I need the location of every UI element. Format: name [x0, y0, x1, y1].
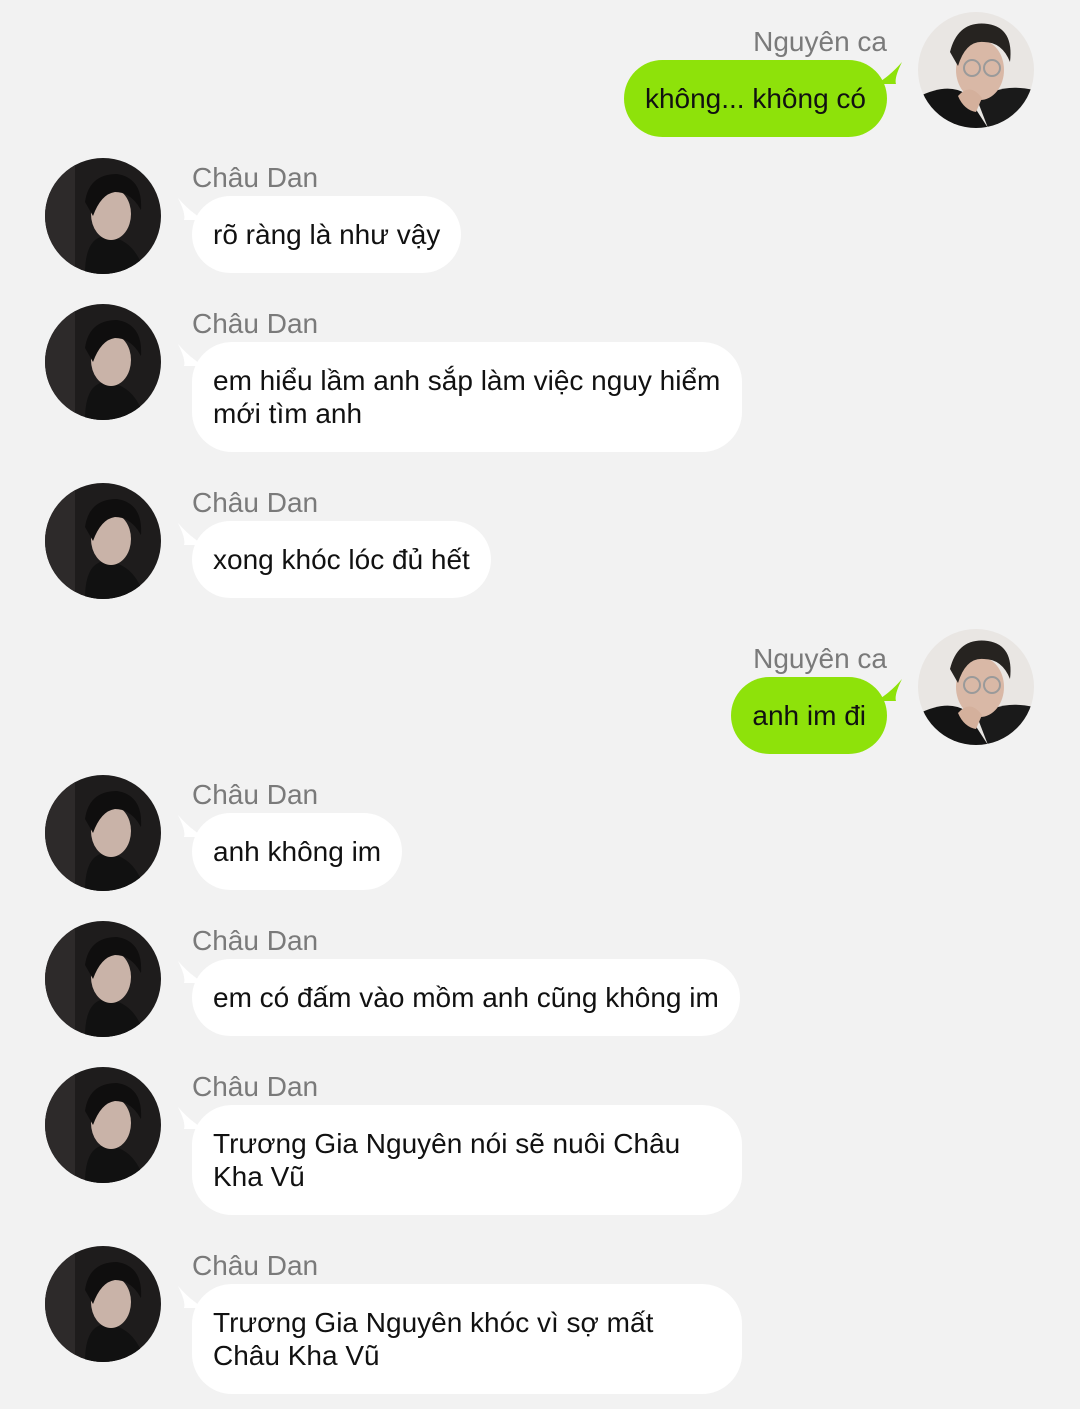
avatar-chau-dan[interactable] — [45, 775, 161, 891]
chat-thread: Nguyên ca không... không có Châu Dan rõ … — [0, 0, 1080, 1409]
message-incoming: Châu Dan em có đấm vào mồm anh cũng khôn… — [0, 921, 1080, 1037]
message-outgoing: Nguyên ca anh im đi — [0, 629, 1080, 754]
message-bubble[interactable]: Trương Gia Nguyên nói sẽ nuôi Châu Kha V… — [192, 1105, 742, 1215]
message-bubble[interactable]: không... không có — [623, 60, 887, 137]
message-incoming: Châu Dan xong khóc lóc đủ hết — [0, 483, 1080, 599]
message-bubble[interactable]: anh im đi — [731, 677, 887, 754]
avatar-chau-dan[interactable] — [45, 304, 161, 420]
sender-name: Nguyên ca — [753, 26, 887, 57]
message-bubble[interactable]: anh không im — [192, 813, 403, 890]
message-incoming: Châu Dan rõ ràng là như vậy — [0, 158, 1080, 274]
sender-name: Châu Dan — [192, 162, 319, 193]
sender-name: Châu Dan — [192, 925, 319, 956]
avatar-chau-dan[interactable] — [45, 483, 161, 599]
sender-name: Châu Dan — [192, 308, 319, 339]
avatar-chau-dan[interactable] — [45, 1067, 161, 1183]
message-bubble[interactable]: xong khóc lóc đủ hết — [192, 521, 491, 598]
message-bubble[interactable]: em hiểu lầm anh sắp làm việc nguy hiểm m… — [192, 342, 742, 452]
message-outgoing: Nguyên ca không... không có — [0, 12, 1080, 137]
avatar-chau-dan[interactable] — [45, 921, 161, 1037]
sender-name: Nguyên ca — [753, 643, 887, 674]
avatar-nguyen-ca[interactable] — [918, 12, 1034, 128]
sender-name: Châu Dan — [192, 779, 319, 810]
avatar-chau-dan[interactable] — [45, 158, 161, 274]
message-bubble[interactable]: rõ ràng là như vậy — [192, 196, 462, 273]
message-incoming: Châu Dan Trương Gia Nguyên khóc vì sợ mấ… — [0, 1246, 1080, 1396]
sender-name: Châu Dan — [192, 487, 319, 518]
sender-name: Châu Dan — [192, 1250, 319, 1281]
message-bubble[interactable]: Trương Gia Nguyên khóc vì sợ mất Châu Kh… — [192, 1284, 742, 1394]
message-bubble[interactable]: em có đấm vào mồm anh cũng không im — [192, 959, 740, 1036]
avatar-chau-dan[interactable] — [45, 1246, 161, 1362]
sender-name: Châu Dan — [192, 1071, 319, 1102]
message-incoming: Châu Dan anh không im — [0, 775, 1080, 891]
message-incoming: Châu Dan Trương Gia Nguyên nói sẽ nuôi C… — [0, 1067, 1080, 1217]
message-incoming: Châu Dan em hiểu lầm anh sắp làm việc ng… — [0, 304, 1080, 454]
avatar-nguyen-ca[interactable] — [918, 629, 1034, 745]
